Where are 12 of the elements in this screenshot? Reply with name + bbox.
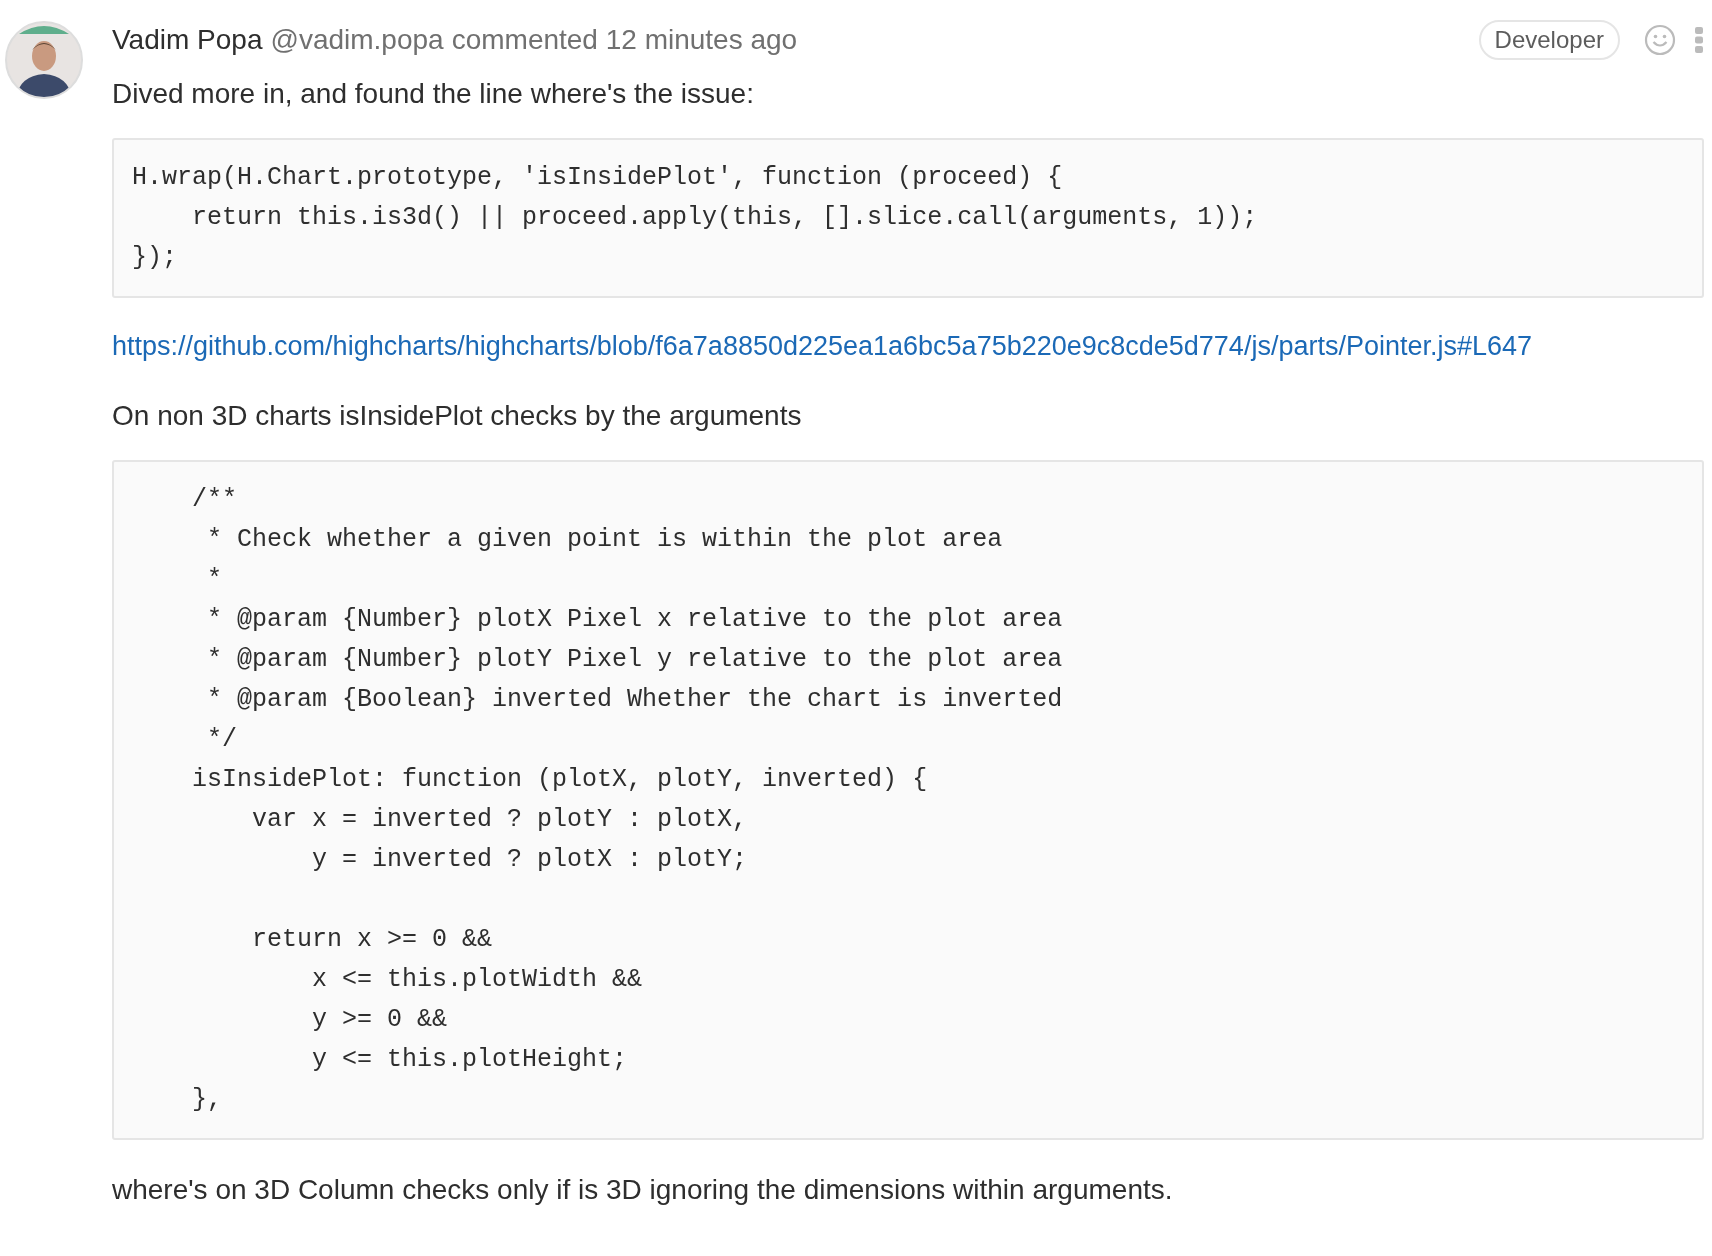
author-handle[interactable]: @vadim.popa xyxy=(270,24,444,56)
url-link[interactable]: https://github.com/highcharts/highcharts/blob/f6a7a8850d225ea1a6bc5a75b220e9c8cde5d774/js/parts/Pointer.js#L647 xyxy=(112,326,1704,366)
comment-text: where's on 3D Column checks only if is 3D ignoring the dimensions within arguments. xyxy=(112,1173,1174,1207)
comment-text: On non 3D charts isInsidePlot checks by the arguments xyxy=(112,399,803,433)
role-badge: Developer xyxy=(1478,20,1620,60)
comment-time: commented 12 minutes ago xyxy=(451,24,798,56)
code-block: H.wrap(H.Chart.prototype, 'isInsidePlot', function (proceed) { return this.is3d() || proceed.apply(this, [].slice.call(arguments, 1)); }); xyxy=(112,138,1704,298)
comment-text: Dived more in, and found the line where's the issue: xyxy=(112,77,755,111)
code-block: /** * Check whether a given point is within the plot area * * @param {Number} plotX Pixel x relative to the plot area * @param {Number} plotY Pixel y relative to the plot area * @param {Boolean} inverted Whether the chart is inverted */ isInsidePlot: function (plotX, plotY, inverted) { var x = inverted ? plotY : plotX, y = inverted ? plotX : plotY; return x >= 0 && x <= this.plotWidth && y >= 0 && y <= this.plotHeight; }, xyxy=(112,460,1704,1140)
more-options-icon[interactable] xyxy=(1694,26,1704,54)
author-name[interactable]: Vadim Popa xyxy=(112,24,263,56)
emoji-icon[interactable] xyxy=(1644,24,1676,56)
